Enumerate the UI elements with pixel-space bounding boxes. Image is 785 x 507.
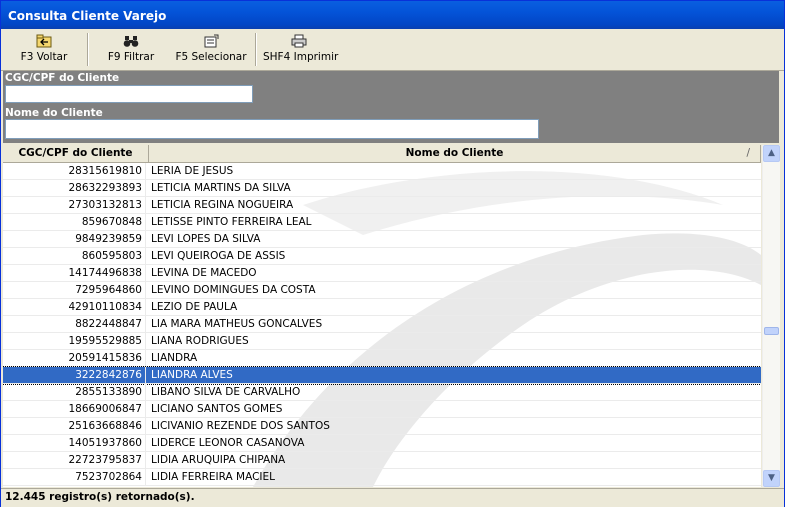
cell-name: LERIA DE JESUS (151, 165, 234, 177)
cell-name: LEZIO DE PAULA (151, 301, 238, 313)
scroll-down-icon[interactable]: ▼ (763, 470, 780, 487)
cell-cpf: 7523702864 (3, 469, 146, 485)
table-row[interactable]: 22723795837 LIDIA ARUQUIPA CHIPANA (3, 452, 761, 469)
toolbar: F3 Voltar F9 Filtrar F5 Selecionar SHF4 … (1, 29, 784, 71)
cell-cpf: 860595803 (3, 248, 146, 264)
cell-cpf: 14174496838 (3, 265, 146, 281)
filter-button[interactable]: F9 Filtrar (99, 32, 163, 68)
select-form-icon (204, 34, 219, 48)
folder-back-icon (36, 34, 52, 48)
cell-cpf: 42910110834 (3, 299, 146, 315)
cell-name: LEVI LOPES DA SILVA (151, 233, 261, 245)
filter-panel: CGC/CPF do Cliente Nome do Cliente (3, 71, 779, 143)
cell-cpf: 28315619810 (3, 163, 146, 179)
table-row[interactable]: 28315619810 LERIA DE JESUS (3, 163, 761, 180)
cell-cpf: 19595529885 (3, 333, 146, 349)
cell-name: LETICIA REGINA NOGUEIRA (151, 199, 294, 211)
cell-cpf: 14051937860 (3, 435, 146, 451)
cell-name: LICIVANIO REZENDE DOS SANTOS (151, 420, 330, 432)
table-row[interactable]: 14174496838 LEVINA DE MACEDO (3, 265, 761, 282)
cell-name: LIDERCE LEONOR CASANOVA (151, 437, 305, 449)
table-row[interactable]: 7295964860 LEVINO DOMINGUES DA COSTA (3, 282, 761, 299)
name-filter-label: Nome do Cliente (5, 107, 103, 119)
cell-cpf: 27303132813 (3, 197, 146, 213)
table-row[interactable]: 25163668846 LICIVANIO REZENDE DOS SANTOS (3, 418, 761, 435)
cell-name: LEVI QUEIROGA DE ASSIS (151, 250, 286, 262)
select-button-label: F5 Selecionar (175, 51, 247, 63)
cell-name: LETICIA MARTINS DA SILVA (151, 182, 291, 194)
table-row[interactable]: 20591415836 LIANDRA (3, 350, 761, 367)
column-header-cpf[interactable]: CGC/CPF do Cliente (3, 145, 149, 162)
table-row[interactable]: 28632293893 LETICIA MARTINS DA SILVA (3, 180, 761, 197)
sort-indicator-icon: / (746, 147, 750, 159)
cell-cpf: 25163668846 (3, 418, 146, 434)
table-row[interactable]: 9849239859 LEVI LOPES DA SILVA (3, 231, 761, 248)
filter-button-label: F9 Filtrar (107, 51, 155, 63)
cell-cpf: 22723795837 (3, 452, 146, 468)
table-row[interactable]: 42910110834 LEZIO DE PAULA (3, 299, 761, 316)
table-row[interactable]: 2855133890 LIBANO SILVA DE CARVALHO (3, 384, 761, 401)
cell-cpf: 7295964860 (3, 282, 146, 298)
cpf-filter-input[interactable] (5, 85, 253, 103)
table-row[interactable]: 18669006847 LICIANO SANTOS GOMES (3, 401, 761, 418)
cell-name: LEVINO DOMINGUES DA COSTA (151, 284, 316, 296)
cell-name: LIANDRA ALVES (151, 369, 233, 381)
back-button-label: F3 Voltar (20, 51, 68, 63)
cell-cpf: 2855133890 (3, 384, 146, 400)
column-header-name-label: Nome do Cliente (405, 147, 504, 159)
cell-cpf: 20591415836 (3, 350, 146, 366)
table-row[interactable]: 19595529885 LIANA RODRIGUES (3, 333, 761, 350)
column-header-name[interactable]: Nome do Cliente / (149, 145, 761, 162)
table-row[interactable]: 27303132813 LETICIA REGINA NOGUEIRA (3, 197, 761, 214)
table-row[interactable]: 8822448847 LIA MARA MATHEUS GONCALVES (3, 316, 761, 333)
select-button[interactable]: F5 Selecionar (173, 32, 249, 68)
cell-cpf: 9849239859 (3, 231, 146, 247)
cell-cpf: 18669006847 (3, 401, 146, 417)
status-text: 12.445 registro(s) retornado(s). (5, 491, 195, 503)
cell-name: LICIANO SANTOS GOMES (151, 403, 283, 415)
cell-cpf: 8822448847 (3, 316, 146, 332)
table-row[interactable]: 14051937860 LIDERCE LEONOR CASANOVA (3, 435, 761, 452)
results-grid: CGC/CPF do Cliente Nome do Cliente / 283… (3, 145, 761, 487)
vertical-scrollbar[interactable]: ▲ ▼ (762, 145, 780, 487)
toolbar-separator (87, 33, 89, 66)
printer-icon (291, 34, 307, 48)
print-button[interactable]: SHF4 Imprimir (263, 32, 339, 68)
print-button-label: SHF4 Imprimir (263, 51, 339, 63)
cpf-filter-label: CGC/CPF do Cliente (5, 72, 120, 84)
cell-name: LEVINA DE MACEDO (151, 267, 257, 279)
cell-cpf: 28632293893 (3, 180, 146, 196)
cell-cpf: 859670848 (3, 214, 146, 230)
table-row[interactable]: 859670848 LETISSE PINTO FERREIRA LEAL (3, 214, 761, 231)
title-bar[interactable]: Consulta Cliente Varejo (1, 1, 784, 29)
window-title: Consulta Cliente Varejo (8, 9, 167, 23)
status-bar: 12.445 registro(s) retornado(s). (1, 488, 784, 507)
scroll-thumb[interactable] (764, 327, 779, 335)
grid-header: CGC/CPF do Cliente Nome do Cliente / (3, 145, 761, 163)
name-filter-input[interactable] (5, 119, 539, 139)
cell-name: LIBANO SILVA DE CARVALHO (151, 386, 301, 398)
cell-name: LETISSE PINTO FERREIRA LEAL (151, 216, 312, 228)
binoculars-icon (123, 36, 139, 47)
table-row[interactable]: 860595803 LEVI QUEIROGA DE ASSIS (3, 248, 761, 265)
cell-name: LIANA RODRIGUES (151, 335, 249, 347)
consulta-cliente-window: Consulta Cliente Varejo F3 Voltar F9 Fil… (0, 0, 785, 507)
table-row[interactable]: 7523702864 LIDIA FERREIRA MACIEL (3, 469, 761, 486)
cell-name: LIDIA ARUQUIPA CHIPANA (151, 454, 286, 466)
cell-cpf: 3222842876 (3, 367, 146, 383)
cell-name: LIDIA FERREIRA MACIEL (151, 471, 276, 483)
back-button[interactable]: F3 Voltar (9, 32, 79, 68)
grid-rows: 28315619810 LERIA DE JESUS 28632293893 LETI… (3, 163, 761, 486)
table-row[interactable]: 3222842876 LIANDRA ALVES (3, 366, 761, 385)
toolbar-separator (255, 33, 257, 66)
scroll-up-icon[interactable]: ▲ (763, 145, 780, 162)
cell-name: LIANDRA (151, 352, 198, 364)
cell-name: LIA MARA MATHEUS GONCALVES (151, 318, 323, 330)
